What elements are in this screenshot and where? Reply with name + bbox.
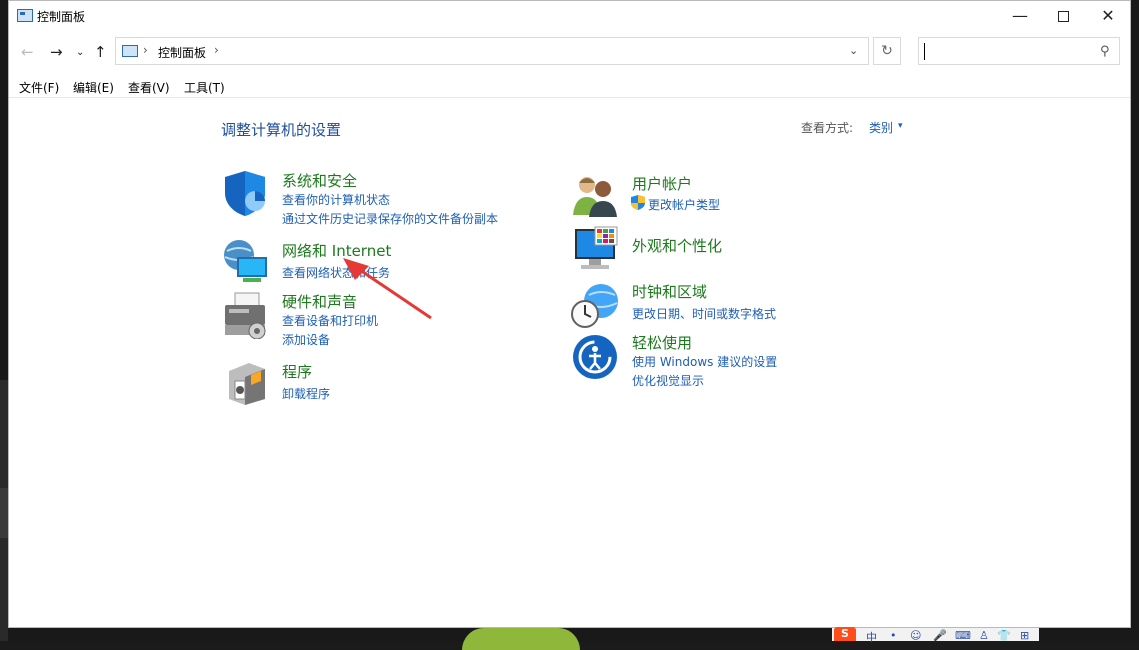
maximize-icon bbox=[1057, 11, 1069, 22]
view-by-dropdown[interactable]: 类别 bbox=[869, 119, 893, 136]
maximize-button[interactable] bbox=[1040, 1, 1086, 32]
chevron-down-icon[interactable]: ▾ bbox=[898, 121, 903, 131]
link-change-account-type[interactable]: 更改帐户类型 bbox=[648, 196, 720, 213]
address-bar[interactable]: › 控制面板 › ⌄ bbox=[115, 37, 869, 65]
ime-user-icon[interactable]: ♙ bbox=[979, 629, 989, 642]
category-programs[interactable]: 程序 bbox=[282, 361, 312, 382]
ime-emoji-icon[interactable]: ☺ bbox=[910, 629, 921, 642]
ime-skin-icon[interactable]: 👕 bbox=[997, 629, 1011, 642]
control-panel-icon bbox=[122, 45, 138, 57]
navigation-bar: ← → ⌄ ↑ › 控制面板 › ⌄ ↻ ⚲ bbox=[9, 37, 1130, 69]
annotation-arrow bbox=[343, 258, 432, 320]
view-by-label: 查看方式: bbox=[801, 121, 854, 135]
text-caret bbox=[924, 43, 925, 60]
menu-edit[interactable]: 编辑(E) bbox=[73, 79, 114, 96]
back-button[interactable]: ← bbox=[21, 43, 34, 61]
control-panel-icon bbox=[17, 9, 33, 22]
ime-voice-icon[interactable]: 🎤 bbox=[933, 629, 947, 642]
close-button[interactable]: ✕ bbox=[1085, 1, 1131, 32]
category-system-security[interactable]: 系统和安全 bbox=[282, 170, 357, 191]
title-bar[interactable]: 控制面板 — ✕ bbox=[9, 1, 1130, 32]
ime-keyboard-icon[interactable]: ⌨ bbox=[955, 629, 971, 642]
refresh-button[interactable]: ↻ bbox=[873, 37, 901, 65]
programs-box-icon[interactable] bbox=[221, 359, 269, 407]
forward-button[interactable]: → bbox=[50, 43, 63, 61]
menu-bar: 文件(F) 编辑(E) 查看(V) 工具(T) bbox=[9, 77, 1130, 97]
ime-language-indicator[interactable]: 中 bbox=[866, 629, 877, 645]
uac-shield-icon bbox=[631, 195, 645, 210]
category-clock-region[interactable]: 时钟和区域 bbox=[632, 281, 707, 302]
category-appearance-personalization[interactable]: 外观和个性化 bbox=[632, 235, 722, 256]
link-change-date-time-format[interactable]: 更改日期、时间或数字格式 bbox=[632, 305, 776, 322]
window-title: 控制面板 bbox=[37, 10, 86, 24]
clock-globe-icon[interactable] bbox=[571, 281, 619, 329]
desktop-edge-item bbox=[0, 488, 8, 538]
category-user-accounts[interactable]: 用户帐户 bbox=[632, 173, 692, 194]
menu-view[interactable]: 查看(V) bbox=[128, 79, 170, 96]
up-button[interactable]: ↑ bbox=[94, 43, 107, 61]
category-ease-of-access[interactable]: 轻松使用 bbox=[632, 332, 692, 353]
minimize-button[interactable]: — bbox=[997, 1, 1043, 32]
search-icon[interactable]: ⚲ bbox=[1100, 44, 1110, 59]
recent-locations-button[interactable]: ⌄ bbox=[76, 47, 84, 58]
search-input[interactable]: ⚲ bbox=[918, 37, 1120, 65]
wallpaper-shape bbox=[462, 628, 580, 650]
breadcrumb-control-panel[interactable]: 控制面板 bbox=[158, 44, 206, 61]
ime-punctuation-icon[interactable]: • bbox=[890, 629, 897, 642]
menu-tools[interactable]: 工具(T) bbox=[184, 79, 225, 96]
breadcrumb-separator[interactable]: › bbox=[143, 43, 148, 57]
control-panel-window: 控制面板 — ✕ ← → ⌄ ↑ › 控制面板 › ⌄ ↻ ⚲ 文件(F) 编辑… bbox=[8, 0, 1131, 628]
link-recommended-settings[interactable]: 使用 Windows 建议的设置 bbox=[632, 353, 777, 370]
ease-of-access-icon[interactable] bbox=[571, 333, 619, 381]
page-title: 调整计算机的设置 bbox=[221, 121, 342, 139]
network-globe-icon[interactable] bbox=[221, 237, 269, 285]
breadcrumb-separator[interactable]: › bbox=[214, 43, 219, 57]
address-dropdown-button[interactable]: ⌄ bbox=[849, 44, 858, 57]
link-uninstall-program[interactable]: 卸载程序 bbox=[282, 385, 330, 402]
monitor-palette-icon[interactable] bbox=[571, 225, 619, 273]
divider bbox=[9, 97, 1130, 98]
menu-file[interactable]: 文件(F) bbox=[19, 79, 59, 96]
ime-sogou-icon[interactable]: S bbox=[834, 627, 856, 641]
link-add-device[interactable]: 添加设备 bbox=[282, 331, 330, 348]
users-icon[interactable] bbox=[571, 171, 619, 219]
printer-icon[interactable] bbox=[221, 291, 269, 339]
link-file-history-backup[interactable]: 通过文件历史记录保存你的文件备份副本 bbox=[282, 210, 498, 227]
link-view-computer-status[interactable]: 查看你的计算机状态 bbox=[282, 191, 390, 208]
link-optimize-visual-display[interactable]: 优化视觉显示 bbox=[632, 372, 704, 389]
ime-toolbox-icon[interactable]: ⊞ bbox=[1020, 629, 1029, 642]
shield-icon[interactable] bbox=[221, 169, 269, 217]
